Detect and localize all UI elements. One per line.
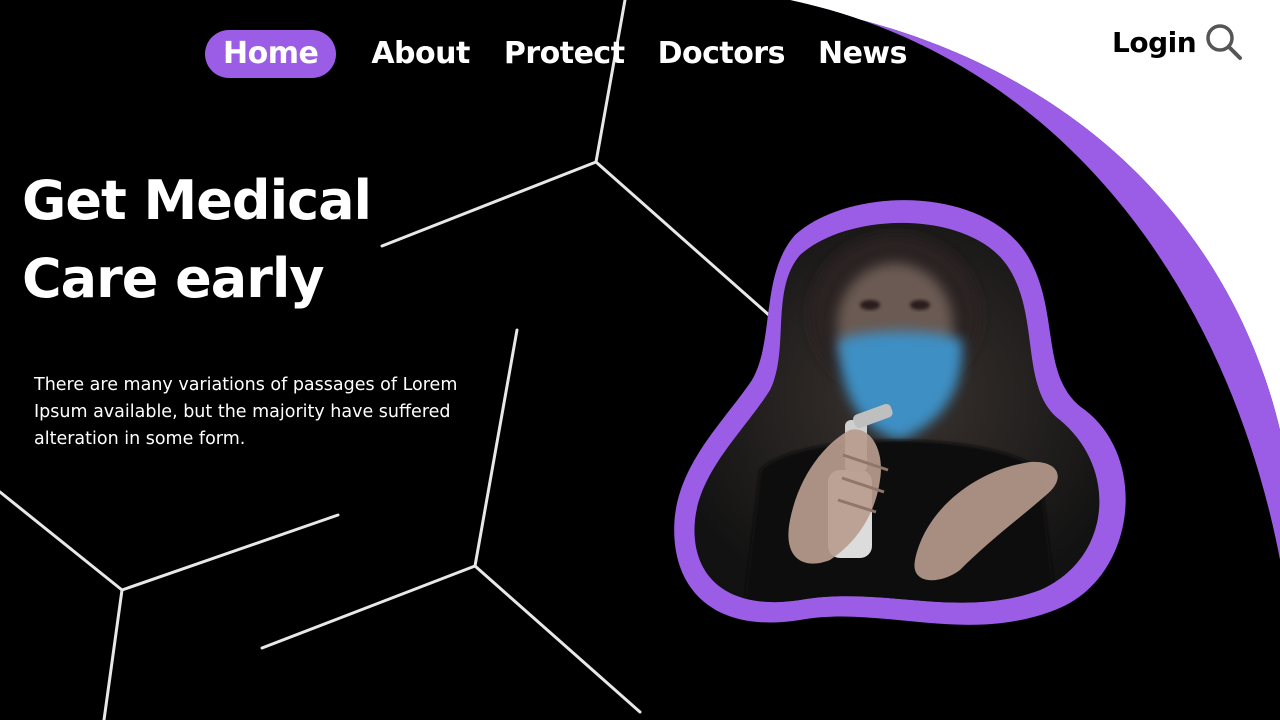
- hero-headline: Get Medical Care early: [22, 162, 462, 318]
- nav-item-protect[interactable]: Protect: [504, 30, 625, 78]
- search-icon[interactable]: [1204, 22, 1244, 62]
- hero-description: There are many variations of passages of…: [34, 375, 458, 449]
- hero-photo: [674, 200, 1126, 625]
- nav-item-news[interactable]: News: [818, 30, 908, 78]
- header-actions: Login: [1112, 22, 1244, 62]
- main-nav: Home About Protect Doctors News: [205, 30, 908, 78]
- nav-item-home[interactable]: Home: [205, 30, 337, 78]
- nav-item-doctors[interactable]: Doctors: [658, 30, 786, 78]
- login-link[interactable]: Login: [1112, 26, 1197, 59]
- nav-item-about[interactable]: About: [371, 30, 470, 78]
- headline-line-1: Get Medical: [22, 169, 372, 232]
- landing-page: Home About Protect Doctors News Login Ge…: [0, 0, 1280, 720]
- headline-line-2: Care early: [22, 247, 325, 310]
